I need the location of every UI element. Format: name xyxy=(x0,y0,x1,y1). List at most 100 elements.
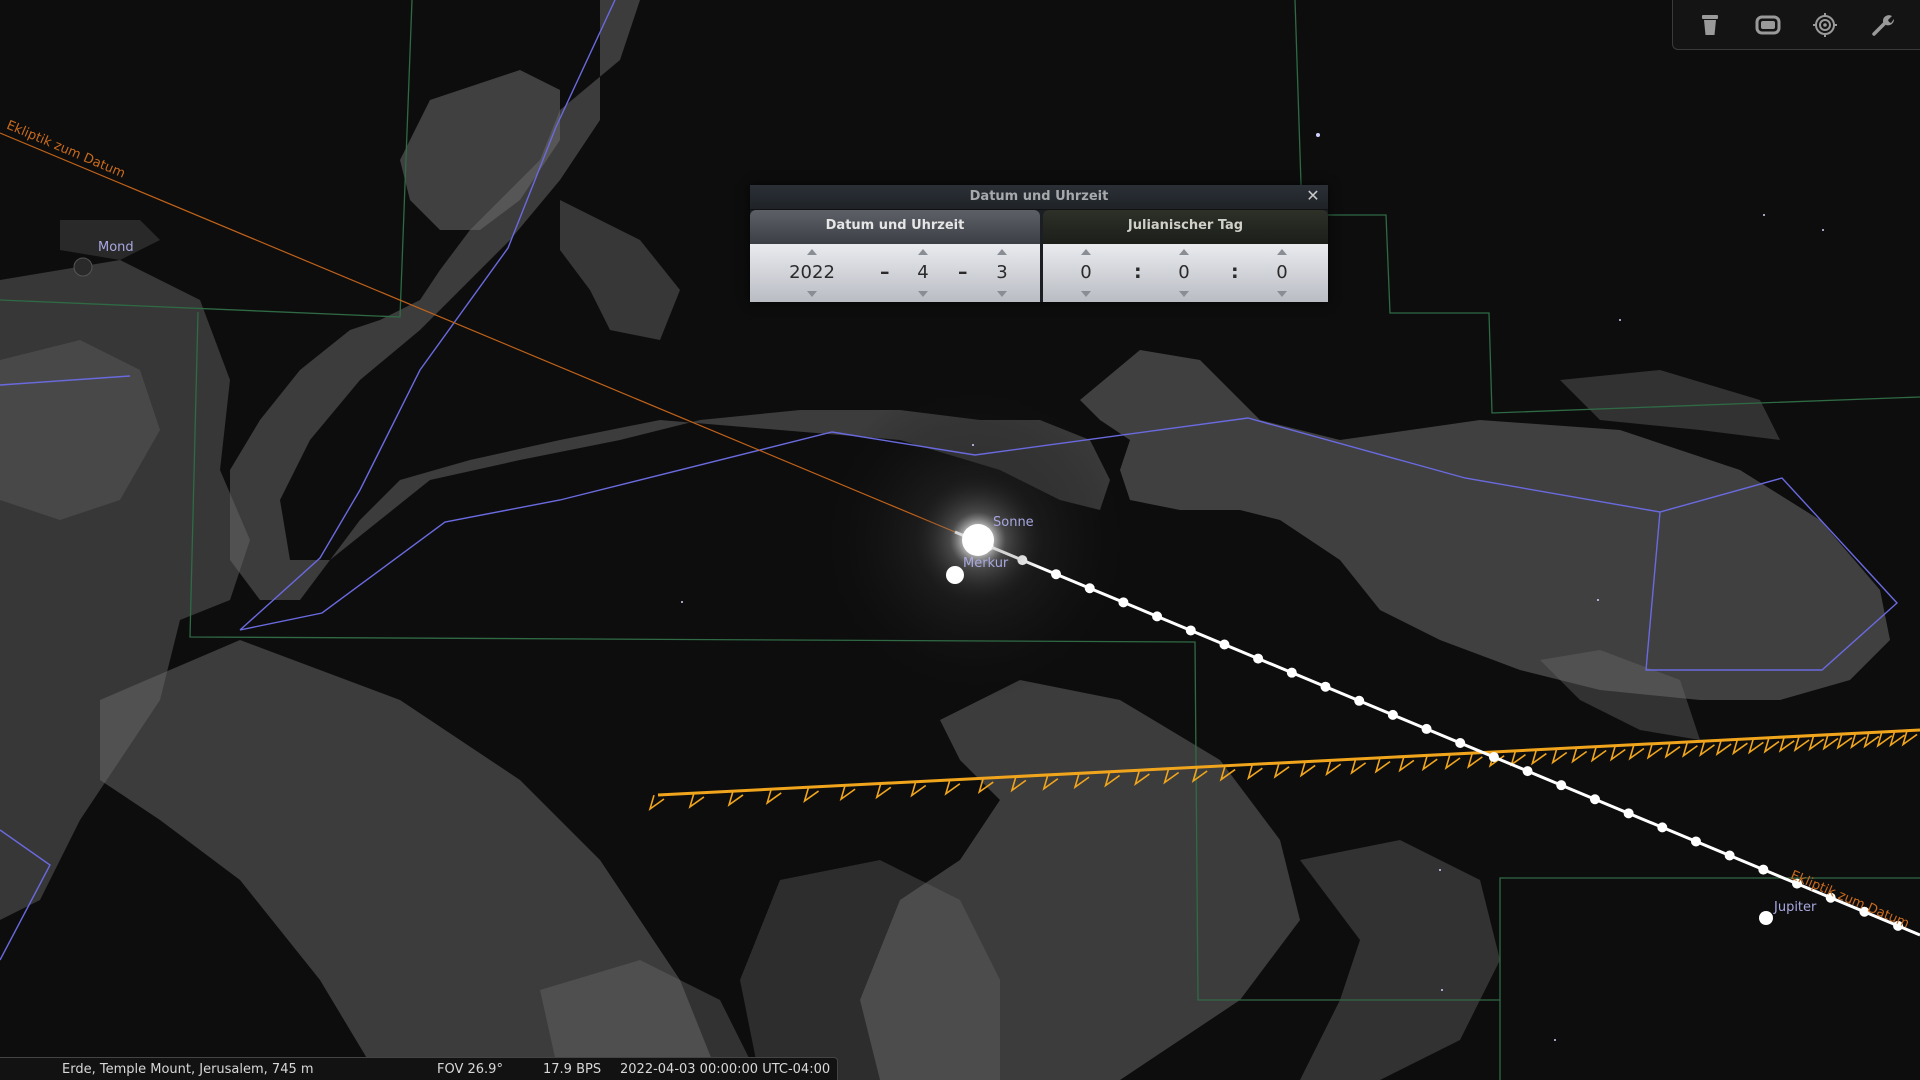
month-spinbox[interactable]: 4 xyxy=(893,244,953,302)
trail-marker xyxy=(1325,760,1342,777)
trail-marker xyxy=(1699,740,1715,757)
hour-down-arrow-icon[interactable] xyxy=(1081,291,1091,297)
path-marker xyxy=(1084,583,1095,594)
month-value[interactable]: 4 xyxy=(893,262,953,283)
jupiter-marker[interactable] xyxy=(1759,911,1773,925)
day-up-arrow-icon[interactable] xyxy=(997,249,1007,255)
window-icon xyxy=(1755,15,1781,34)
minute-down-arrow-icon[interactable] xyxy=(1179,291,1189,297)
path-marker xyxy=(1152,611,1163,622)
toolbar xyxy=(1672,0,1920,50)
trail-marker xyxy=(1876,731,1893,748)
trail-marker xyxy=(1551,748,1568,765)
month-down-arrow-icon[interactable] xyxy=(918,291,928,297)
date-separator: – xyxy=(958,261,968,283)
trail-marker xyxy=(1590,746,1607,763)
trail-markers xyxy=(648,730,1918,811)
date-time-dialog: Datum und Uhrzeit ✕ Datum und Uhrzeit Ju… xyxy=(750,185,1328,302)
wrench-button[interactable] xyxy=(1866,8,1900,42)
sky-view[interactable] xyxy=(0,0,1920,1080)
trail-marker xyxy=(765,788,782,805)
month-up-arrow-icon[interactable] xyxy=(918,249,928,255)
trail-marker xyxy=(727,790,744,807)
time-separator: : xyxy=(1134,261,1142,283)
trash-button[interactable] xyxy=(1693,8,1727,42)
fov-text[interactable]: FOV 26.9° xyxy=(437,1062,503,1077)
hour-up-arrow-icon[interactable] xyxy=(1081,249,1091,255)
path-marker xyxy=(1657,822,1668,833)
tab-julian-day[interactable]: Julianischer Tag xyxy=(1043,210,1328,244)
target-icon xyxy=(1813,12,1838,37)
trail-marker xyxy=(1530,749,1547,766)
datetime-text[interactable]: 2022-04-03 00:00:00 UTC-04:00 xyxy=(620,1062,830,1077)
path-marker xyxy=(1589,794,1600,805)
hour-spinbox[interactable]: 0 xyxy=(1056,244,1116,302)
date-separator: – xyxy=(880,261,890,283)
path-marker xyxy=(1421,723,1432,734)
year-value[interactable]: 2022 xyxy=(782,262,842,283)
wrench-icon xyxy=(1872,14,1895,36)
trail-marker xyxy=(1571,747,1588,764)
trail-marker xyxy=(875,783,892,800)
mercury-label: Merkur xyxy=(963,556,1009,571)
minute-value[interactable]: 0 xyxy=(1154,262,1214,283)
minute-spinbox[interactable]: 0 xyxy=(1154,244,1214,302)
sun-label: Sonne xyxy=(993,515,1034,530)
trail-marker xyxy=(1246,764,1263,781)
trail-marker xyxy=(1444,753,1461,770)
trail-marker xyxy=(944,779,961,796)
second-spinbox[interactable]: 0 xyxy=(1252,244,1312,302)
path-marker xyxy=(1286,667,1297,678)
day-down-arrow-icon[interactable] xyxy=(997,291,1007,297)
second-value[interactable]: 0 xyxy=(1252,262,1312,283)
day-value[interactable]: 3 xyxy=(972,262,1032,283)
fps-text: 17.9 BPS xyxy=(543,1062,602,1077)
second-up-arrow-icon[interactable] xyxy=(1277,249,1287,255)
jupiter-label: Jupiter xyxy=(1774,900,1817,915)
trail-marker xyxy=(1609,745,1626,762)
trail-marker xyxy=(1901,730,1918,747)
year-up-arrow-icon[interactable] xyxy=(807,249,817,255)
hour-value[interactable]: 0 xyxy=(1056,262,1116,283)
path-marker xyxy=(1488,752,1499,763)
minute-up-arrow-icon[interactable] xyxy=(1179,249,1189,255)
path-marker xyxy=(1118,597,1129,608)
path-marker xyxy=(1758,864,1769,875)
year-spinbox[interactable]: 2022 xyxy=(782,244,842,302)
trail-marker xyxy=(1510,750,1526,767)
trail-marker xyxy=(1793,736,1810,753)
path-marker xyxy=(1455,737,1466,748)
second-down-arrow-icon[interactable] xyxy=(1277,291,1287,297)
moon-label: Mond xyxy=(98,240,134,255)
object-trail xyxy=(657,728,1920,797)
path-marker xyxy=(1690,836,1701,847)
year-down-arrow-icon[interactable] xyxy=(807,291,817,297)
path-marker xyxy=(1724,850,1735,861)
dialog-title: Datum und Uhrzeit xyxy=(969,189,1109,204)
trail-marker xyxy=(1889,731,1906,748)
sun-marker[interactable] xyxy=(962,524,994,556)
date-panel: 2022 – 4 – 3 xyxy=(750,244,1040,302)
trail-marker xyxy=(1374,757,1391,774)
tab-date-time[interactable]: Datum und Uhrzeit xyxy=(750,210,1040,244)
trail-marker xyxy=(688,792,705,809)
mercury-marker[interactable] xyxy=(946,566,964,584)
close-icon: ✕ xyxy=(1306,186,1320,205)
path-marker xyxy=(1253,653,1264,664)
trail-marker xyxy=(803,787,820,804)
trail-marker xyxy=(1299,761,1316,778)
trail-marker xyxy=(1850,733,1866,750)
moon-marker[interactable] xyxy=(73,257,93,277)
day-spinbox[interactable]: 3 xyxy=(972,244,1032,302)
dialog-titlebar[interactable]: Datum und Uhrzeit ✕ xyxy=(750,185,1328,210)
close-button[interactable]: ✕ xyxy=(1304,187,1322,205)
path-marker xyxy=(1387,709,1398,720)
location-text[interactable]: Erde, Temple Mount, Jerusalem, 745 m xyxy=(62,1062,314,1077)
window-button[interactable] xyxy=(1751,8,1785,42)
target-button[interactable] xyxy=(1808,8,1842,42)
trail-marker xyxy=(1664,742,1681,759)
trail-marker xyxy=(1421,755,1438,772)
status-bar: Erde, Temple Mount, Jerusalem, 745 m FOV… xyxy=(0,1057,838,1080)
path-marker xyxy=(1051,569,1062,580)
trail-marker xyxy=(1350,758,1367,775)
